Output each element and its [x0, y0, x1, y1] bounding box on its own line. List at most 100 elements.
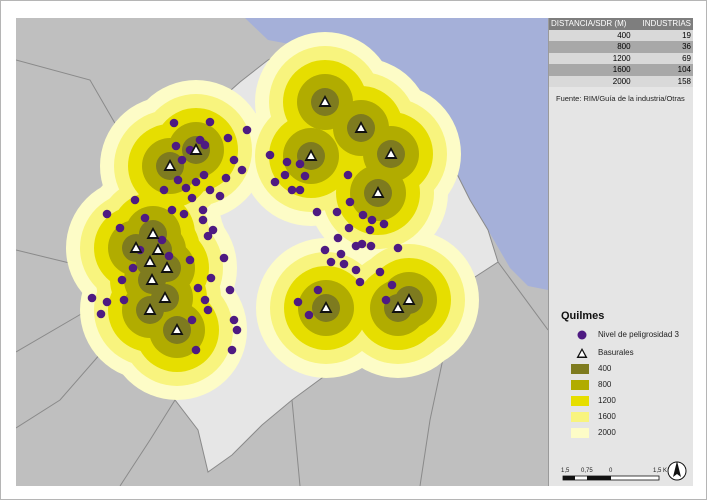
industry-dot-icon	[351, 265, 361, 275]
legend-label: Basurales	[598, 348, 634, 357]
industry-dot-icon	[115, 223, 125, 233]
industry-dot-icon	[200, 295, 210, 305]
industry-dot-icon	[159, 185, 169, 195]
industry-dot-icon	[221, 173, 231, 183]
industry-dot-icon	[187, 193, 197, 203]
scale-tick-label: 1,5	[561, 468, 570, 474]
row-distance: 1200	[549, 52, 641, 64]
industry-dot-icon	[293, 297, 303, 307]
industry-dot-icon	[128, 263, 138, 273]
map-area	[16, 18, 548, 486]
industry-dot-icon	[187, 315, 197, 325]
legend-label: 1600	[598, 412, 616, 421]
industry-dot-icon	[199, 170, 209, 180]
industry-dot-icon	[381, 295, 391, 305]
industry-dot-icon	[365, 225, 375, 235]
industry-dot-icon	[179, 209, 189, 219]
industry-dot-icon	[171, 141, 181, 151]
industry-dot-icon	[206, 273, 216, 283]
row-count: 104	[640, 64, 693, 76]
industry-dot-icon	[366, 241, 376, 251]
legend-label: 800	[598, 380, 612, 389]
industry-dot-icon	[237, 165, 247, 175]
row-count: 19	[640, 29, 693, 41]
scale-tick-label: 0,75	[581, 468, 593, 474]
row-count: 36	[640, 41, 693, 53]
industry-dot-icon	[157, 235, 167, 245]
industry-dot-icon	[295, 185, 305, 195]
industry-dot-icon	[344, 223, 354, 233]
legend-swatch	[571, 380, 589, 390]
industry-dot-icon	[232, 325, 242, 335]
distance-table: DISTANCIA/SDR (M) INDUSTRIAS 400 19 800 36…	[549, 18, 693, 87]
scale-tick-label: 0	[609, 468, 613, 474]
industry-dot-icon	[164, 251, 174, 261]
header-industrias: INDUSTRIAS	[640, 18, 693, 30]
industry-dot-icon	[198, 205, 208, 215]
industry-dot-icon	[117, 275, 127, 285]
industry-dot-icon	[225, 285, 235, 295]
legend-swatch	[571, 428, 589, 438]
industry-dot-icon	[102, 209, 112, 219]
industry-dot-icon	[205, 185, 215, 195]
row-distance: 400	[549, 29, 641, 41]
legend-label: Nivel de peligrosidad 3	[598, 330, 679, 339]
industry-dot-icon	[229, 315, 239, 325]
industry-dot-icon	[393, 243, 403, 253]
row-distance: 1600	[549, 64, 641, 76]
table-header: DISTANCIA/SDR (M) INDUSTRIAS	[549, 18, 693, 30]
industry-dot-icon	[326, 257, 336, 267]
table-row: 1600 104	[549, 64, 693, 76]
industry-dot-icon	[219, 253, 229, 263]
row-count: 69	[640, 52, 693, 64]
scale-segment	[563, 476, 575, 480]
industry-dot-icon	[375, 267, 385, 277]
industry-dot-icon	[185, 255, 195, 265]
row-distance: 2000	[549, 75, 641, 87]
industry-dot-icon	[130, 195, 140, 205]
table-row: 2000 158	[549, 75, 693, 87]
industry-dot-icon	[173, 175, 183, 185]
info-panel: DISTANCIA/SDR (M) INDUSTRIAS 400 19 800 36…	[548, 18, 693, 486]
table-row: 1200 69	[549, 52, 693, 64]
industry-dot-icon	[223, 133, 233, 143]
industry-dot-icon	[313, 285, 323, 295]
legend-swatch	[571, 364, 589, 374]
industry-dot-icon	[339, 259, 349, 269]
table-row: 400 19	[549, 29, 693, 41]
header-distance: DISTANCIA/SDR (M)	[549, 18, 641, 30]
industry-dot-icon	[295, 159, 305, 169]
industry-dot-icon	[320, 245, 330, 255]
industry-dot-icon	[200, 140, 210, 150]
north-arrow-icon	[667, 461, 687, 481]
industry-dot-icon	[287, 185, 297, 195]
industry-dot-icon	[229, 155, 239, 165]
legend-swatch	[571, 412, 589, 422]
industry-dot-icon	[167, 205, 177, 215]
industry-dot-icon	[355, 277, 365, 287]
industry-dot-icon	[181, 183, 191, 193]
legend-swatch	[571, 396, 589, 406]
industry-dot-icon	[227, 345, 237, 355]
industry-dot-icon	[282, 157, 292, 167]
industry-dot-icon	[203, 305, 213, 315]
industry-dot-icon	[215, 191, 225, 201]
industry-dot-icon	[140, 213, 150, 223]
legend-label: 400	[598, 364, 612, 373]
industry-dot-icon	[367, 215, 377, 225]
industry-dot-icon	[300, 171, 310, 181]
industry-dot-icon	[169, 118, 179, 128]
industry-dot-icon	[387, 280, 397, 290]
industry-dot-icon	[577, 330, 587, 340]
industry-dot-icon	[343, 170, 353, 180]
industry-dot-icon	[193, 283, 203, 293]
legend-title: Quilmes	[561, 310, 605, 322]
industry-dot-icon	[333, 233, 343, 243]
industry-dot-icon	[379, 219, 389, 229]
scale-tick-label: 1,5 K	[653, 468, 667, 474]
industry-dot-icon	[198, 215, 208, 225]
industry-dot-icon	[87, 293, 97, 303]
industry-dot-icon	[345, 197, 355, 207]
row-distance: 800	[549, 41, 641, 53]
industry-dot-icon	[119, 295, 129, 305]
